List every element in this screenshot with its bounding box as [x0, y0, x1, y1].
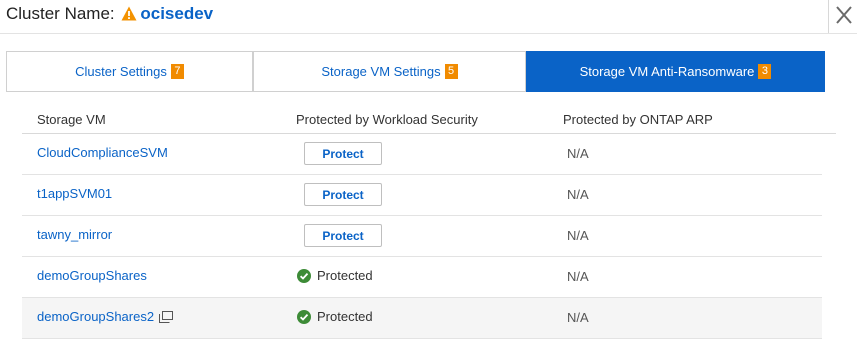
protect-button[interactable]: Protect	[304, 142, 382, 165]
column-header-workload-security: Protected by Workload Security	[296, 112, 478, 127]
check-circle-icon	[297, 268, 311, 283]
column-header-storage-vm: Storage VM	[37, 112, 106, 127]
protect-button[interactable]: Protect	[304, 224, 382, 247]
protected-label: Protected	[317, 268, 373, 283]
count-badge: 7	[170, 64, 184, 79]
protected-label: Protected	[317, 309, 373, 324]
cluster-name: ocisedev	[140, 4, 214, 23]
tab-label: Cluster Settings	[75, 64, 167, 79]
arp-status: N/A	[567, 228, 589, 243]
column-header-ontap-arp: Protected by ONTAP ARP	[563, 112, 713, 127]
table-row: demoGroupShares Protected N/A	[22, 257, 822, 298]
count-badge: 3	[758, 64, 772, 79]
storage-vm-link[interactable]: demoGroupShares	[37, 268, 147, 283]
protected-status: Protected	[297, 309, 373, 324]
count-badge: 5	[444, 64, 458, 79]
tab-storage-vm-anti-ransomware[interactable]: Storage VM Anti-Ransomware 3	[526, 51, 825, 92]
storage-vm-link[interactable]: t1appSVM01	[37, 186, 112, 201]
table-row: t1appSVM01 Protect N/A	[22, 175, 822, 216]
tab-label: Storage VM Anti-Ransomware	[579, 64, 755, 79]
tab-storage-vm-settings[interactable]: Storage VM Settings 5	[253, 51, 526, 92]
arp-status: N/A	[567, 269, 589, 284]
close-button[interactable]	[828, 0, 857, 33]
page-title: Cluster Name: ocisedev	[6, 2, 213, 28]
storage-vm-link[interactable]: demoGroupShares2	[37, 309, 154, 324]
protected-status: Protected	[297, 268, 373, 283]
tab-label: Storage VM Settings	[321, 64, 441, 79]
cluster-name-label: Cluster Name:	[6, 4, 115, 23]
table-row: demoGroupShares2 Protected N/A	[22, 298, 822, 339]
table-row: tawny_mirror Protect N/A	[22, 216, 822, 257]
close-icon	[836, 6, 852, 24]
arp-status: N/A	[567, 187, 589, 202]
table-row: CloudComplianceSVM Protect N/A	[22, 134, 822, 175]
table-header: Storage VM Protected by Workload Securit…	[22, 104, 836, 134]
arp-status: N/A	[567, 146, 589, 161]
check-circle-icon	[297, 309, 311, 324]
storage-vm-cell: demoGroupShares2	[37, 309, 174, 326]
arp-status: N/A	[567, 310, 589, 325]
protect-button[interactable]: Protect	[304, 183, 382, 206]
storage-vm-link[interactable]: tawny_mirror	[37, 227, 112, 242]
copy-icon[interactable]	[159, 311, 174, 326]
storage-vm-link[interactable]: CloudComplianceSVM	[37, 145, 168, 160]
warning-triangle-icon	[121, 4, 137, 28]
dialog-header: Cluster Name: ocisedev	[0, 0, 857, 34]
tab-cluster-settings[interactable]: Cluster Settings 7	[6, 51, 253, 92]
